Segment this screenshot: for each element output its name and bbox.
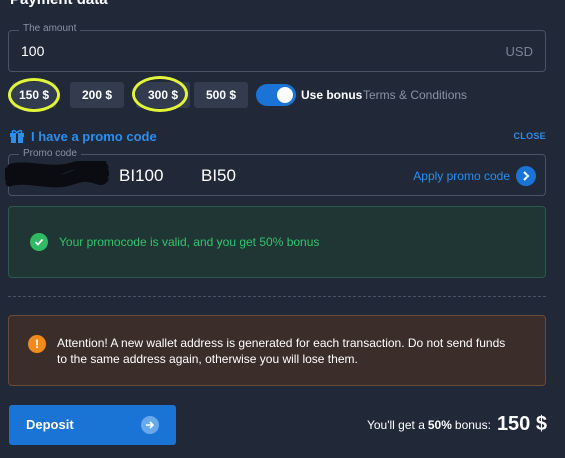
terms-link[interactable]: Terms & Conditions [363,88,467,102]
wallet-warning: ! Attention! A new wallet address is gen… [8,315,546,386]
close-promo-button[interactable]: CLOSE [513,131,546,141]
deposit-button[interactable]: Deposit [9,405,176,445]
apply-promo-button[interactable]: Apply promo code [413,166,536,186]
chevron-right-icon [516,166,536,186]
redaction-scribble [5,161,109,188]
section-title: Payment data [10,0,108,8]
amount-value[interactable]: 100 [21,43,44,59]
summary-amount: 150 $ [496,413,547,435]
promo-title: I have a promo code [31,128,157,144]
deposit-label: Deposit [26,417,74,432]
apply-promo-label: Apply promo code [413,169,510,183]
bonus-summary: You'll get a 50% bonus: 150 $ [367,413,547,436]
gift-icon [10,129,24,143]
section-divider [8,296,546,297]
promo-code-text: BI100 [119,166,164,185]
promo-valid-message: Your promocode is valid, and you get 50%… [59,235,320,249]
promo-code-field[interactable]: Promo code BI100 BI50 Apply promo code [5,148,546,196]
exclamation-icon: ! [28,335,46,353]
amount-field[interactable]: The amount 100 USD [8,23,546,72]
amount-currency: USD [505,44,533,59]
summary-prefix: You'll get a [366,417,425,432]
promo-toggle-link[interactable]: I have a promo code [9,128,157,144]
arrow-right-icon [141,416,159,434]
highlight-circle-150 [8,78,60,112]
use-bonus-label: Use bonus [301,88,363,102]
summary-percent: 50% [427,417,452,432]
amount-label: The amount [19,23,81,34]
promo-code-text: BI50 [201,166,236,185]
summary-suffix: bonus: [454,417,491,432]
highlight-circle-300 [132,76,188,112]
promo-valid-notice: Your promocode is valid, and you get 50%… [8,206,546,278]
use-bonus-toggle[interactable] [256,84,296,106]
promo-code-label: Promo code [19,148,81,159]
preset-200-button[interactable]: 200 $ [70,82,124,108]
warning-message: Attention! A new wallet address is gener… [57,336,506,366]
preset-500-button[interactable]: 500 $ [194,82,248,108]
check-circle-icon [30,233,48,251]
toggle-knob [277,87,293,103]
